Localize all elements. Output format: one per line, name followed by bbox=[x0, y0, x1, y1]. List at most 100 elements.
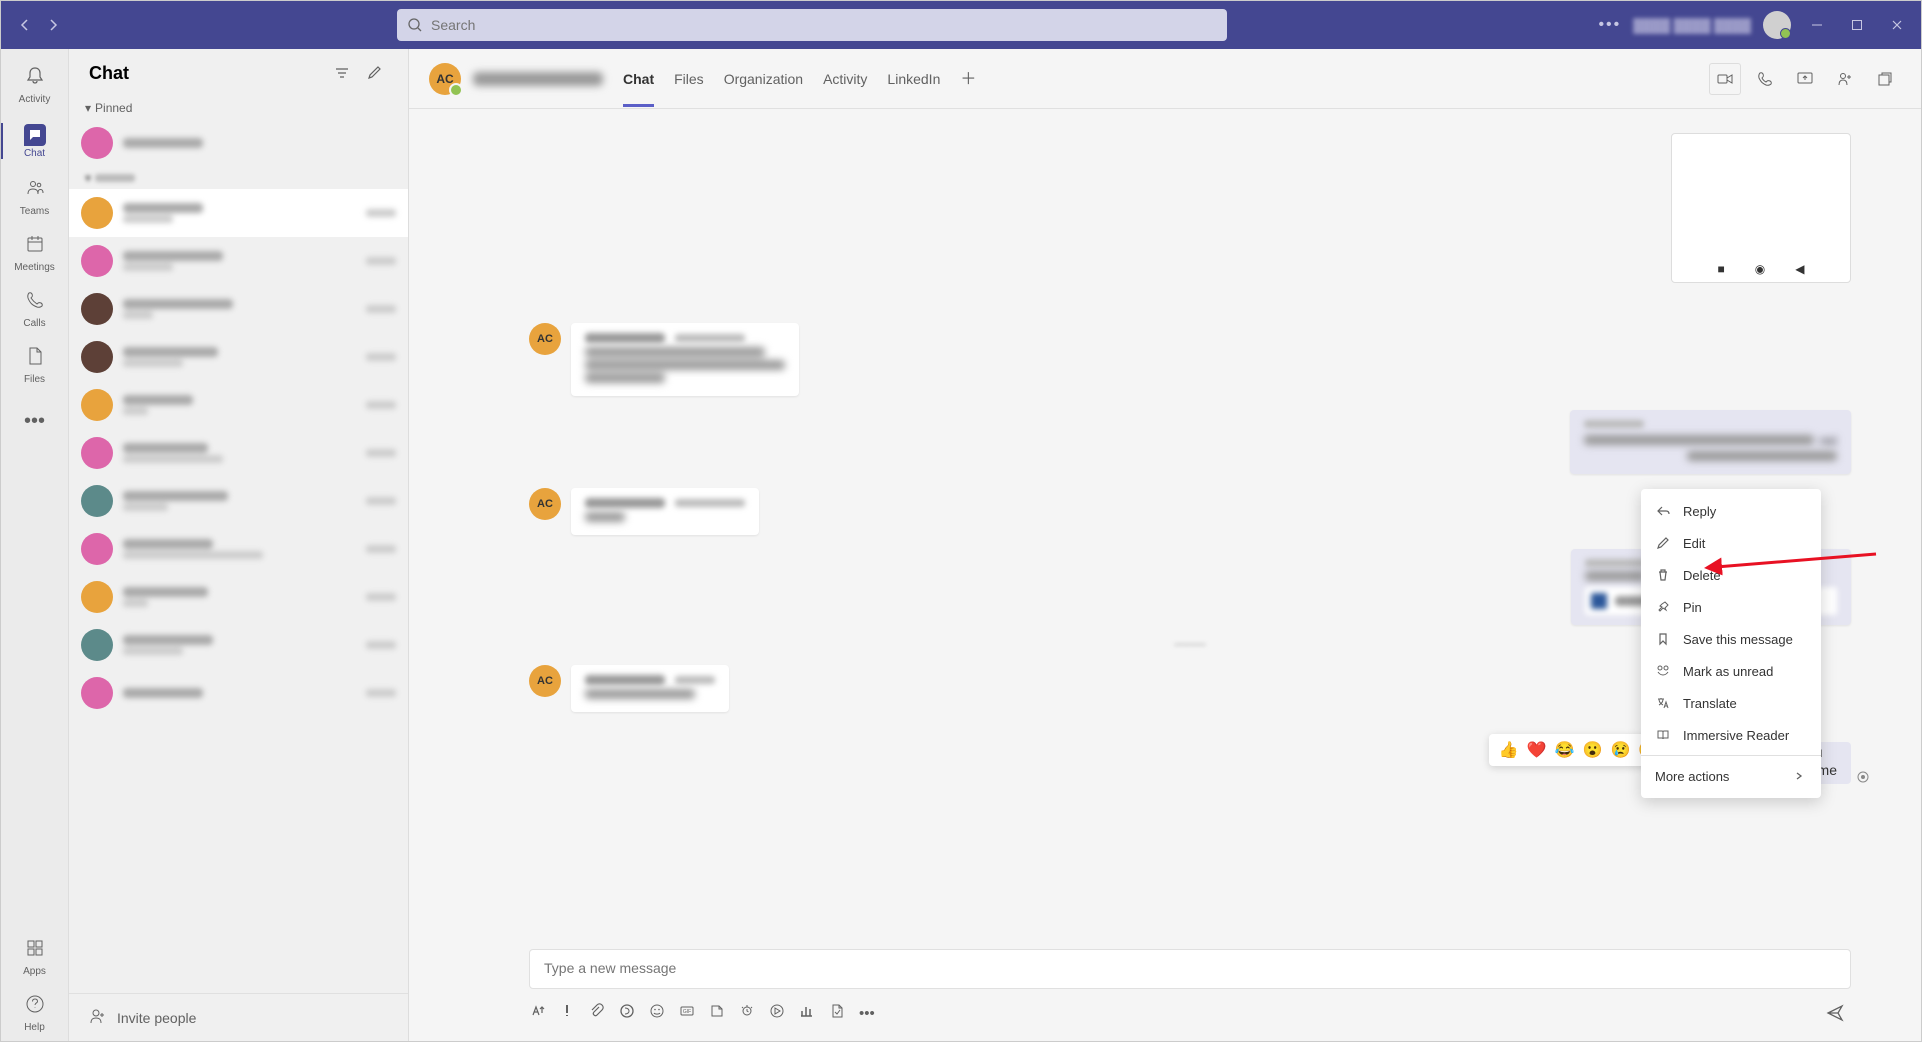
chat-list-item[interactable] bbox=[69, 381, 408, 429]
rail-help[interactable]: Help bbox=[1, 985, 68, 1041]
back-button[interactable] bbox=[11, 11, 39, 39]
apps-icon bbox=[25, 938, 45, 964]
ctx-translate[interactable]: Translate bbox=[1641, 687, 1821, 719]
minimize-button[interactable] bbox=[1803, 11, 1831, 39]
rail-activity[interactable]: Activity bbox=[1, 57, 68, 113]
chat-list-item[interactable] bbox=[69, 621, 408, 669]
chevron-right-icon bbox=[1791, 771, 1807, 781]
app-rail: Activity Chat Teams Meetings Calls bbox=[1, 49, 69, 1041]
close-button[interactable] bbox=[1883, 11, 1911, 39]
loop-button[interactable] bbox=[619, 1003, 635, 1023]
message-bubble[interactable] bbox=[571, 665, 729, 712]
teams-icon bbox=[25, 178, 45, 204]
tab-organization[interactable]: Organization bbox=[724, 65, 803, 93]
add-tab-button[interactable]: ＋ bbox=[960, 65, 976, 93]
search-input[interactable] bbox=[397, 9, 1227, 41]
image-attachment[interactable]: ■ ◉ ◀ bbox=[1671, 133, 1851, 283]
new-chat-button[interactable] bbox=[360, 59, 388, 87]
tab-chat[interactable]: Chat bbox=[623, 65, 654, 93]
pin-icon bbox=[1655, 600, 1671, 614]
poll-button[interactable] bbox=[799, 1003, 815, 1023]
avatar: AC bbox=[529, 488, 561, 520]
chat-list-item[interactable] bbox=[69, 477, 408, 525]
more-options-icon[interactable]: ••• bbox=[1598, 16, 1621, 34]
share-screen-button[interactable] bbox=[1789, 63, 1821, 95]
titlebar: ••• ████ ████ ████ bbox=[1, 1, 1921, 49]
chat-list-item[interactable] bbox=[69, 333, 408, 381]
video-call-button[interactable] bbox=[1709, 63, 1741, 95]
avatar[interactable] bbox=[1763, 11, 1791, 39]
invite-people-button[interactable]: Invite people bbox=[69, 993, 408, 1041]
stop-icon[interactable]: ■ bbox=[1718, 262, 1725, 276]
forward-button[interactable] bbox=[39, 11, 67, 39]
sticker-button[interactable] bbox=[709, 1003, 725, 1023]
emoji-button[interactable] bbox=[649, 1003, 665, 1023]
schedule-button[interactable] bbox=[739, 1003, 755, 1023]
reaction-surprised[interactable]: 😮 bbox=[1583, 740, 1603, 760]
chat-list-item[interactable] bbox=[69, 189, 408, 237]
maximize-button[interactable] bbox=[1843, 11, 1871, 39]
unread-icon bbox=[1655, 664, 1671, 678]
reaction-heart[interactable]: ❤️ bbox=[1527, 740, 1547, 760]
avatar[interactable]: AC bbox=[429, 63, 461, 95]
ctx-unread[interactable]: Mark as unread bbox=[1641, 655, 1821, 687]
read-receipt-icon bbox=[1857, 771, 1869, 786]
stream-button[interactable] bbox=[769, 1003, 785, 1023]
ctx-pin[interactable]: Pin bbox=[1641, 591, 1821, 623]
message-bubble[interactable]: nei bbox=[1570, 410, 1851, 474]
tab-files[interactable]: Files bbox=[674, 65, 704, 93]
more-tools-button[interactable]: ••• bbox=[859, 1005, 875, 1022]
send-button[interactable] bbox=[1819, 997, 1851, 1029]
tab-activity[interactable]: Activity bbox=[823, 65, 867, 93]
audio-call-button[interactable] bbox=[1749, 63, 1781, 95]
reaction-like[interactable]: 👍 bbox=[1499, 740, 1519, 760]
rail-calls[interactable]: Calls bbox=[1, 281, 68, 337]
annotation-arrow bbox=[1701, 529, 1881, 579]
rail-chat[interactable]: Chat bbox=[1, 113, 68, 169]
rail-meetings[interactable]: Meetings bbox=[1, 225, 68, 281]
compose-area: GIF ••• bbox=[409, 937, 1921, 1041]
contact-name bbox=[473, 72, 603, 86]
chat-list-item[interactable] bbox=[69, 285, 408, 333]
chat-list-item[interactable] bbox=[69, 525, 408, 573]
message-bubble[interactable] bbox=[571, 323, 799, 396]
rail-more[interactable]: ••• bbox=[1, 393, 68, 449]
reader-icon bbox=[1655, 728, 1671, 742]
ctx-more-actions[interactable]: More actions bbox=[1641, 760, 1821, 792]
ctx-save[interactable]: Save this message bbox=[1641, 623, 1821, 655]
section-pinned[interactable]: ▾ Pinned bbox=[69, 97, 408, 119]
delete-icon bbox=[1655, 568, 1671, 582]
rail-apps[interactable]: Apps bbox=[1, 929, 68, 985]
chat-list: ▾ bbox=[69, 119, 408, 993]
add-people-icon bbox=[89, 1007, 107, 1028]
priority-button[interactable] bbox=[559, 1003, 575, 1023]
filter-button[interactable] bbox=[328, 59, 356, 87]
rail-label: Teams bbox=[20, 206, 49, 217]
chat-list-item[interactable] bbox=[69, 237, 408, 285]
add-people-button[interactable] bbox=[1829, 63, 1861, 95]
attach-button[interactable] bbox=[589, 1003, 605, 1023]
chat-list-item[interactable] bbox=[69, 119, 408, 167]
reaction-laugh[interactable]: 😂 bbox=[1555, 740, 1575, 760]
record-icon[interactable]: ◉ bbox=[1755, 262, 1765, 276]
message-bubble[interactable] bbox=[571, 488, 759, 535]
chat-list-item[interactable] bbox=[69, 429, 408, 477]
approval-button[interactable] bbox=[829, 1003, 845, 1023]
reaction-sad[interactable]: 😢 bbox=[1610, 740, 1630, 760]
chat-list-item[interactable] bbox=[69, 669, 408, 717]
rail-files[interactable]: Files bbox=[1, 337, 68, 393]
chat-icon bbox=[24, 124, 46, 146]
file-icon bbox=[25, 346, 45, 372]
compose-input[interactable] bbox=[544, 960, 1836, 976]
tab-linkedin[interactable]: LinkedIn bbox=[887, 65, 940, 93]
pop-out-button[interactable] bbox=[1869, 63, 1901, 95]
bookmark-icon bbox=[1655, 632, 1671, 646]
reply-icon bbox=[1655, 504, 1671, 518]
ctx-immersive-reader[interactable]: Immersive Reader bbox=[1641, 719, 1821, 751]
ctx-reply[interactable]: Reply bbox=[1641, 495, 1821, 527]
format-button[interactable] bbox=[529, 1003, 545, 1023]
chat-list-item[interactable] bbox=[69, 573, 408, 621]
gif-button[interactable]: GIF bbox=[679, 1003, 695, 1023]
play-reverse-icon[interactable]: ◀ bbox=[1795, 262, 1804, 276]
rail-teams[interactable]: Teams bbox=[1, 169, 68, 225]
